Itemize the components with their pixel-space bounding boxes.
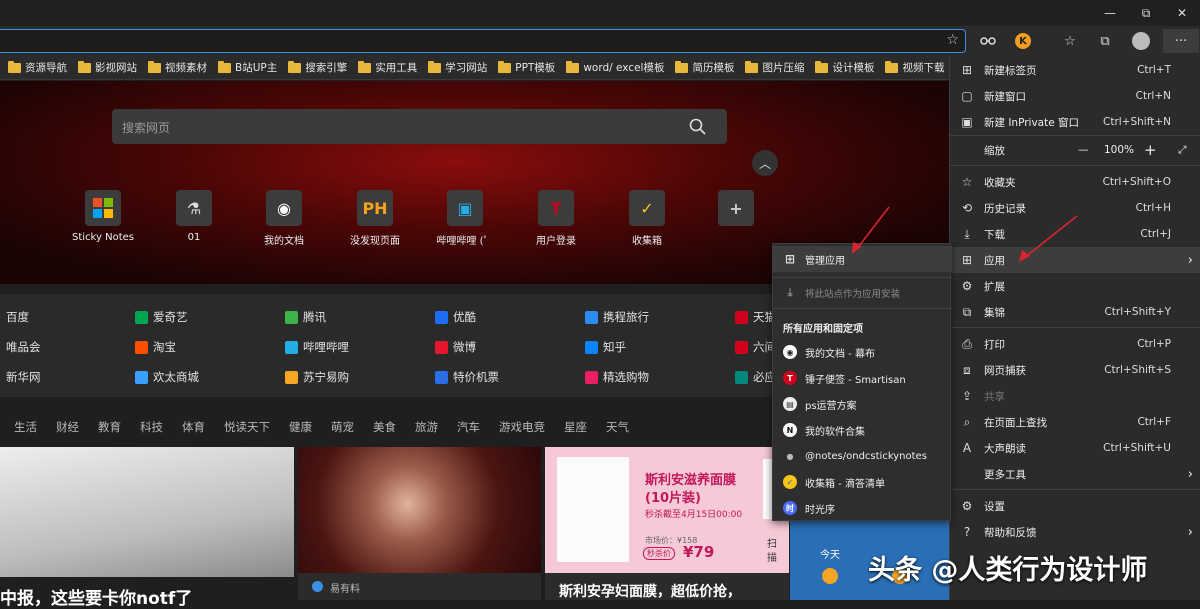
annotation-arrows — [852, 206, 1078, 262]
red-arrowhead — [1019, 250, 1030, 262]
red-arrow — [1023, 215, 1078, 259]
watermark: 头条 @人类行为设计师 — [868, 555, 1148, 586]
red-arrow — [855, 206, 890, 251]
